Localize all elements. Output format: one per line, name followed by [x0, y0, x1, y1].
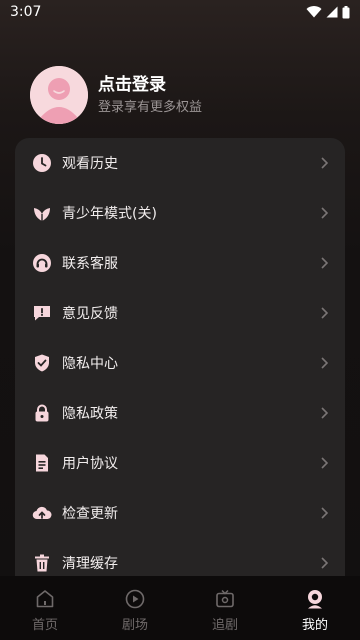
default-avatar-icon	[30, 66, 88, 124]
login-subtitle: 登录享有更多权益	[98, 99, 203, 115]
menu-item-privacy-policy[interactable]: 隐私政策	[15, 388, 345, 438]
feedback-icon	[32, 303, 52, 323]
tab-theater[interactable]: 剧场	[90, 576, 180, 640]
status-time: 3:07	[10, 4, 42, 20]
menu-item-label: 意见反馈	[62, 306, 118, 322]
login-text: 点击登录 登录享有更多权益	[98, 74, 202, 117]
headset-icon	[32, 253, 52, 273]
tab-label: 首页	[31, 618, 58, 633]
settings-menu: 观看历史 青少年模式(关) 联系客服 意见反馈 隐私中心 隐私政策 用户协议 检…	[15, 138, 345, 598]
cloud-upload-icon	[32, 503, 52, 523]
lock-icon	[32, 403, 52, 423]
menu-item-label: 用户协议	[62, 456, 118, 472]
cellular-signal-icon	[326, 6, 338, 18]
tab-following[interactable]: 追剧	[180, 576, 270, 640]
chevron-right-icon	[321, 257, 329, 269]
menu-item-label: 清理缓存	[62, 556, 118, 572]
avatar[interactable]	[30, 66, 88, 124]
menu-item-feedback[interactable]: 意见反馈	[15, 288, 345, 338]
menu-item-user-agreement[interactable]: 用户协议	[15, 438, 345, 488]
chevron-right-icon	[321, 307, 329, 319]
menu-item-privacy-center[interactable]: 隐私中心	[15, 338, 345, 388]
wifi-icon	[306, 6, 322, 18]
chevron-right-icon	[321, 507, 329, 519]
tab-mine[interactable]: 我的	[270, 576, 360, 640]
chevron-right-icon	[321, 207, 329, 219]
menu-item-label: 青少年模式(关)	[62, 206, 157, 222]
battery-icon	[342, 5, 350, 18]
tab-label: 我的	[301, 618, 328, 633]
tab-label: 剧场	[121, 618, 148, 633]
login-title[interactable]: 点击登录	[98, 74, 202, 96]
play-circle-icon	[124, 588, 146, 610]
menu-item-label: 联系客服	[62, 256, 118, 272]
menu-item-label: 检查更新	[62, 506, 118, 522]
menu-item-customer-service[interactable]: 联系客服	[15, 238, 345, 288]
trash-icon	[32, 553, 52, 573]
menu-item-check-update[interactable]: 检查更新	[15, 488, 345, 538]
menu-item-label: 隐私政策	[62, 406, 118, 422]
document-icon	[32, 453, 52, 473]
home-icon	[34, 588, 56, 610]
menu-item-label: 隐私中心	[62, 356, 118, 372]
menu-item-label: 观看历史	[62, 156, 118, 172]
tab-label: 追剧	[211, 618, 238, 633]
shield-check-icon	[32, 353, 52, 373]
menu-item-watch-history[interactable]: 观看历史	[15, 138, 345, 188]
tv-icon	[214, 588, 236, 610]
chevron-right-icon	[321, 407, 329, 419]
chevron-right-icon	[321, 457, 329, 469]
leaf-icon	[32, 203, 52, 223]
chevron-right-icon	[321, 357, 329, 369]
chevron-right-icon	[321, 557, 329, 569]
tab-home[interactable]: 首页	[0, 576, 90, 640]
history-clock-icon	[32, 153, 52, 173]
status-bar: 3:07	[0, 0, 360, 24]
status-icons	[306, 5, 350, 19]
chevron-right-icon	[321, 157, 329, 169]
menu-item-teen-mode[interactable]: 青少年模式(关)	[15, 188, 345, 238]
login-header[interactable]: 点击登录 登录享有更多权益	[30, 66, 202, 124]
bottom-tab-bar: 首页 剧场 追剧 我的	[0, 576, 360, 640]
profile-icon	[304, 588, 326, 610]
my-page: 3:07 点击登录 登录享有更多权益 观看历史 青少年模式(关) 联系客服 意见…	[0, 0, 360, 640]
